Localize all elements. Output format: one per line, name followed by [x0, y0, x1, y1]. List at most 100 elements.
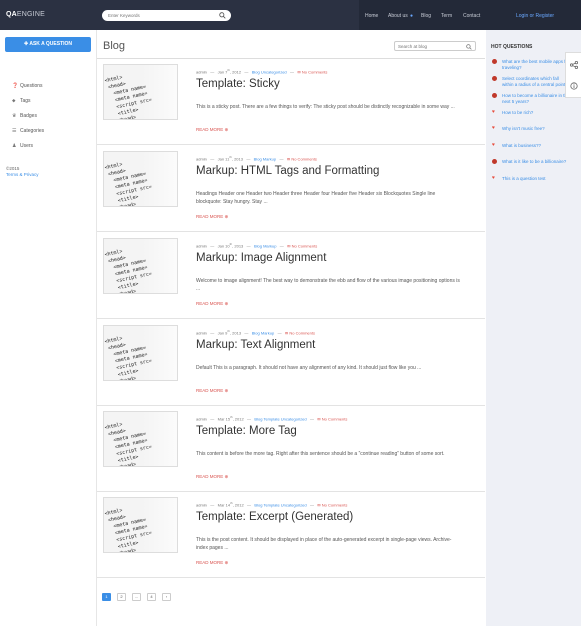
- ask-question-button[interactable]: ✚ ASK A QUESTION: [5, 37, 91, 52]
- post-comments[interactable]: No Comments: [292, 243, 318, 248]
- hot-question-link[interactable]: What is it like to be a billionaire?: [502, 159, 570, 165]
- post-author[interactable]: admin: [196, 502, 207, 507]
- post-thumbnail[interactable]: <html> <head> <meta name= <meta name= <s…: [103, 64, 178, 120]
- post-excerpt: Headings Header one Header two Header th…: [196, 191, 436, 205]
- read-more-link[interactable]: READ MORE ⊕: [196, 127, 228, 133]
- post-year: , 2013: [231, 156, 243, 162]
- post-comments[interactable]: No Comments: [291, 156, 317, 161]
- hot-question-link[interactable]: This is a question test: [502, 176, 570, 182]
- post-thumbnail[interactable]: <html> <head> <meta name= <meta name= <s…: [103, 325, 178, 381]
- comment-icon: ✉: [284, 330, 289, 336]
- read-more-link[interactable]: READ MORE ⊕: [196, 214, 228, 220]
- code-image-icon: <html> <head> <meta name= <meta name= <s…: [104, 498, 177, 552]
- post-author[interactable]: admin: [196, 156, 207, 161]
- read-more-link[interactable]: READ MORE ⊕: [196, 560, 228, 566]
- separator: —: [287, 69, 297, 75]
- post-category[interactable]: Blog Uncategorized: [252, 69, 287, 74]
- hot-question-link[interactable]: What are the best mobile apps for travel…: [502, 59, 570, 71]
- arrow-circle-icon: ⊕: [224, 560, 229, 565]
- post-title[interactable]: Template: Excerpt (Generated): [196, 511, 353, 523]
- post-meta: admin — Jan 9th, 2013 — Blog Markup — ✉ …: [196, 329, 315, 335]
- post-excerpt: This is the post content. It should be d…: [196, 537, 452, 551]
- post-title[interactable]: Markup: HTML Tags and Formatting: [196, 165, 379, 177]
- post-thumbnail[interactable]: <html> <head> <meta name= <meta name= <s…: [103, 411, 178, 467]
- avatar: [492, 76, 497, 81]
- post-comments[interactable]: No Comments: [322, 416, 348, 421]
- blog-post: <html> <head> <meta name= <meta name= <s…: [97, 233, 485, 319]
- post-date: Jan 10: [217, 243, 230, 249]
- post-title[interactable]: Markup: Image Alignment: [196, 252, 326, 264]
- post-author[interactable]: admin: [196, 330, 207, 335]
- hot-questions-title: HOT QUESTIONS: [491, 44, 533, 50]
- post-comments[interactable]: No Comments: [322, 502, 348, 507]
- post-category[interactable]: Blog Template Uncategorized: [254, 502, 306, 507]
- nav-contact[interactable]: Contact: [463, 13, 480, 19]
- login-register-link[interactable]: Login or Register: [516, 13, 554, 19]
- search-icon[interactable]: [219, 12, 226, 19]
- post-year: , 2013: [232, 243, 244, 249]
- post-title[interactable]: Template: Sticky: [196, 78, 280, 90]
- read-more-link[interactable]: READ MORE ⊕: [196, 301, 228, 307]
- search-icon[interactable]: [466, 43, 472, 50]
- post-year: , 2013: [229, 330, 242, 336]
- post-author[interactable]: admin: [196, 416, 207, 421]
- post-excerpt: This content is before the more tag. Rig…: [196, 451, 445, 457]
- sidebar-item-tags[interactable]: ⬥ Tags: [12, 98, 31, 104]
- post-category[interactable]: Blog Template Uncategorized: [254, 416, 306, 421]
- share-icon[interactable]: [570, 61, 578, 69]
- post-title[interactable]: Template: More Tag: [196, 425, 297, 437]
- site-logo[interactable]: QAENGINE: [6, 11, 45, 18]
- read-more-link[interactable]: READ MORE ⊕: [196, 474, 228, 480]
- heart-icon: ♥: [492, 175, 495, 181]
- post-category[interactable]: Blog Markup: [252, 330, 274, 335]
- blog-post: <html> <head> <meta name= <meta name= <s…: [97, 320, 485, 406]
- avatar: [492, 59, 497, 64]
- list-icon: ☰: [12, 128, 17, 134]
- chevron-down-icon[interactable]: ●: [410, 13, 413, 19]
- hot-question-link[interactable]: Select coordinates which fall within a r…: [502, 76, 570, 88]
- sidebar-item-badges[interactable]: ♛ Badges: [12, 113, 37, 119]
- post-year: , 2012: [229, 69, 242, 75]
- sidebar-item-questions[interactable]: ❓ Questions: [12, 83, 43, 89]
- hot-question-link[interactable]: What is business??: [502, 143, 570, 149]
- post-comments[interactable]: No Comments: [302, 69, 328, 74]
- code-image-icon: <html> <head> <meta name= <meta name= <s…: [104, 326, 177, 380]
- page-4-button[interactable]: 4: [147, 593, 156, 601]
- question-icon: ❓: [12, 83, 19, 89]
- post-comments[interactable]: No Comments: [289, 330, 315, 335]
- hot-question-link[interactable]: How to become a billionaire in the next …: [502, 93, 570, 105]
- right-sidebar: HOT QUESTIONS What are the best mobile a…: [486, 30, 581, 626]
- separator: —: [244, 156, 253, 162]
- post-author[interactable]: admin: [196, 69, 207, 74]
- hot-question-link[interactable]: Why isn't music free?: [502, 126, 570, 132]
- info-icon[interactable]: [570, 82, 578, 90]
- page-2-button[interactable]: 2: [117, 593, 126, 601]
- post-date: Jan 11: [217, 156, 230, 162]
- comment-icon: ✉: [317, 416, 321, 422]
- read-more-link[interactable]: READ MORE ⊕: [196, 388, 228, 394]
- post-category[interactable]: Blog Markup: [254, 243, 276, 248]
- next-page-button[interactable]: ›: [162, 593, 171, 601]
- blog-post: <html> <head> <meta name= <meta name= <s…: [97, 492, 485, 578]
- post-thumbnail[interactable]: <html> <head> <meta name= <meta name= <s…: [103, 497, 178, 553]
- code-image-icon: <html> <head> <meta name= <meta name= <s…: [104, 239, 177, 293]
- page-1-button[interactable]: 1: [102, 593, 111, 601]
- nav-about-us[interactable]: About us: [388, 13, 408, 19]
- sidebar-item-categories[interactable]: ☰ Categories: [12, 128, 44, 134]
- post-meta: admin — Jan 7th, 2012 — Blog Uncategoriz…: [196, 68, 327, 74]
- hot-question-link[interactable]: How to be rich?: [502, 110, 570, 116]
- sidebar-item-users[interactable]: ♟ Users: [12, 143, 33, 149]
- blog-search-input[interactable]: [398, 43, 464, 50]
- code-image-icon: <html> <head> <meta name= <meta name= <s…: [104, 152, 177, 206]
- post-thumbnail[interactable]: <html> <head> <meta name= <meta name= <s…: [103, 151, 178, 207]
- post-thumbnail[interactable]: <html> <head> <meta name= <meta name= <s…: [103, 238, 178, 294]
- nav-home[interactable]: Home: [365, 13, 378, 19]
- post-author[interactable]: admin: [196, 243, 207, 248]
- keyword-search-input[interactable]: [108, 12, 208, 19]
- terms-privacy-link[interactable]: Terms & Privacy: [6, 172, 39, 178]
- arrow-circle-icon: ⊕: [224, 388, 229, 393]
- nav-term[interactable]: Term: [441, 13, 452, 19]
- post-category[interactable]: Blog Markup: [254, 156, 276, 161]
- post-title[interactable]: Markup: Text Alignment: [196, 339, 315, 351]
- nav-blog[interactable]: Blog: [421, 13, 431, 19]
